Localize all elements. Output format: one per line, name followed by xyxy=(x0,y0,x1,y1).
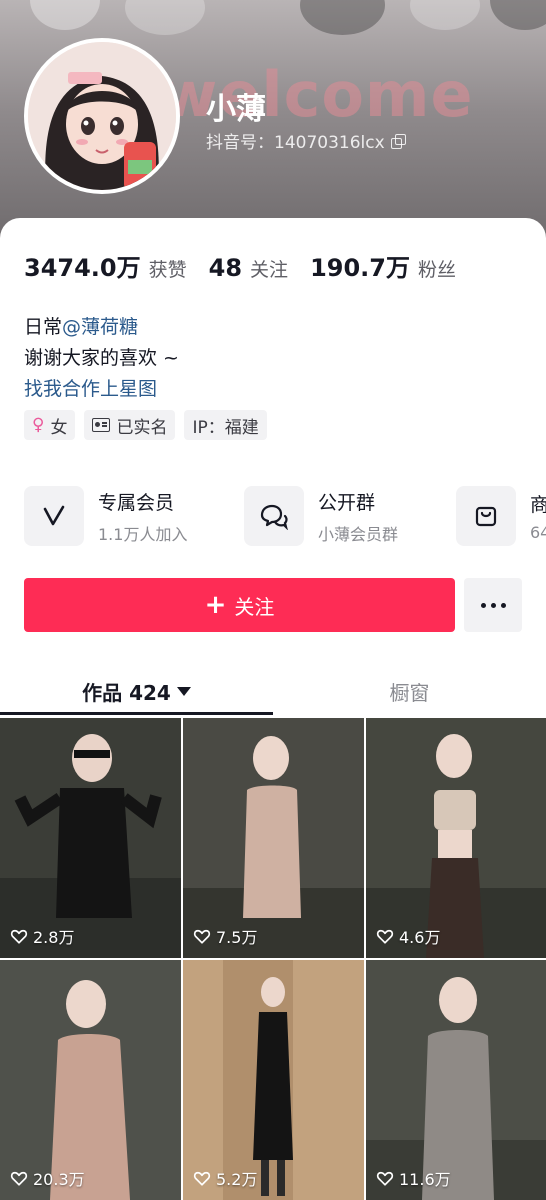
copy-icon[interactable] xyxy=(390,133,406,149)
douyin-id[interactable]: 抖音号：14070316lcx xyxy=(206,128,406,153)
like-count: 11.6万 xyxy=(376,1166,451,1190)
profile-card: 3474.0万 获赞 48 关注 190.7万 粉丝 日常@薄荷糖 谢谢大家的喜… xyxy=(0,218,546,1200)
tab-works[interactable]: 作品 424 xyxy=(0,666,273,716)
like-count-text: 7.5万 xyxy=(216,928,258,947)
video-thumbnail-image xyxy=(366,960,546,1200)
video-thumbnail[interactable]: 2.8万 xyxy=(0,718,181,958)
username: 小薄 xyxy=(206,92,266,127)
like-count-text: 11.6万 xyxy=(399,1170,451,1189)
follow-button[interactable]: + 关注 xyxy=(24,578,455,632)
stat-label: 关注 xyxy=(250,259,289,281)
profile-banner: welcome 小薄 抖音号：14070316lcx xyxy=(0,0,546,250)
heart-icon xyxy=(193,929,211,944)
stat-label: 粉丝 xyxy=(417,259,456,281)
like-count: 7.5万 xyxy=(193,924,257,948)
plus-icon: + xyxy=(204,590,227,620)
banner-decoration xyxy=(30,0,100,30)
ip-label: IP：福建 xyxy=(192,417,259,438)
video-thumbnail[interactable]: 11.6万 xyxy=(366,960,546,1200)
banner-decoration xyxy=(410,0,480,30)
v-icon xyxy=(24,486,84,546)
tab-window-label: 橱窗 xyxy=(389,680,430,705)
chat-bubble-icon xyxy=(244,486,304,546)
profile-bio: 日常@薄荷糖 谢谢大家的喜欢 ~ 找我合作上星图 xyxy=(24,312,179,405)
caret-down-icon xyxy=(176,686,191,696)
video-thumbnail[interactable]: 4.6万 xyxy=(366,718,546,958)
banner-decoration xyxy=(490,0,546,30)
douyin-id-text: 抖音号：14070316lcx xyxy=(206,133,385,153)
video-thumbnail-image xyxy=(183,718,364,958)
heart-icon xyxy=(10,1171,28,1186)
feature-shop[interactable]: 商 64 xyxy=(456,486,546,546)
video-thumbnail[interactable]: 7.5万 xyxy=(183,718,364,958)
heart-icon xyxy=(193,1171,211,1186)
feature-subtitle: 64 xyxy=(530,523,546,542)
heart-icon xyxy=(10,929,28,944)
tab-window[interactable]: 橱窗 xyxy=(273,666,546,716)
feature-subtitle: 小薄会员群 xyxy=(318,524,399,544)
more-dot-icon xyxy=(500,602,506,608)
profile-stats: 3474.0万 获赞 48 关注 190.7万 粉丝 xyxy=(24,248,456,283)
video-thumbnail-image xyxy=(0,718,181,958)
video-thumbnail[interactable]: 5.2万 xyxy=(183,960,364,1200)
stat-label: 获赞 xyxy=(148,259,187,281)
heart-icon xyxy=(376,929,394,944)
stat-value: 48 xyxy=(208,254,243,282)
video-grid: 2.8万 7.5万 4.6万 20.3万 5.2万 11.6万 xyxy=(0,718,546,1200)
female-icon: ♀ xyxy=(32,415,45,435)
bio-text: 日常 xyxy=(24,316,63,338)
bio-collab-link[interactable]: 找我合作上星图 xyxy=(24,374,179,405)
stat-value: 3474.0万 xyxy=(24,254,141,282)
id-card-icon xyxy=(92,418,111,432)
stat-following[interactable]: 48 关注 xyxy=(209,254,288,282)
feature-membership[interactable]: 专属会员 1.1万人加入 xyxy=(24,486,187,546)
feature-title: 商 xyxy=(530,494,546,516)
banner-decoration xyxy=(300,0,385,35)
shopping-bag-icon xyxy=(456,486,516,546)
verified-tag: 已实名 xyxy=(84,410,176,440)
like-count-text: 4.6万 xyxy=(399,928,441,947)
feature-title: 公开群 xyxy=(318,491,376,514)
video-thumbnail[interactable]: 20.3万 xyxy=(0,960,181,1200)
feature-group-chat[interactable]: 公开群 小薄会员群 xyxy=(244,486,398,546)
feature-entries: 专属会员 1.1万人加入 公开群 小薄会员群 商 64 xyxy=(24,486,546,548)
stat-value: 190.7万 xyxy=(310,254,410,282)
gender-tag: ♀ 女 xyxy=(24,410,76,440)
like-count-text: 2.8万 xyxy=(33,928,75,947)
avatar[interactable] xyxy=(24,38,180,194)
heart-icon xyxy=(376,1171,394,1186)
verified-label: 已实名 xyxy=(116,417,168,438)
ip-tag: IP：福建 xyxy=(184,410,267,440)
profile-tags: ♀ 女 已实名 IP：福建 xyxy=(24,410,267,440)
feature-subtitle: 1.1万人加入 xyxy=(98,524,188,544)
like-count: 2.8万 xyxy=(10,924,74,948)
gender-label: 女 xyxy=(50,417,68,438)
follow-label: 关注 xyxy=(234,594,275,619)
active-tab-indicator xyxy=(0,712,273,715)
video-thumbnail-image xyxy=(183,960,364,1200)
like-count-text: 20.3万 xyxy=(33,1170,85,1189)
more-options-button[interactable] xyxy=(464,578,522,632)
content-tabs: 作品 424 橱窗 xyxy=(0,666,546,716)
like-count-text: 5.2万 xyxy=(216,1170,258,1189)
stat-followers[interactable]: 190.7万 粉丝 xyxy=(310,248,456,283)
avatar-illustration xyxy=(28,42,176,190)
like-count: 20.3万 xyxy=(10,1166,85,1190)
video-thumbnail-image xyxy=(0,960,181,1200)
like-count: 4.6万 xyxy=(376,924,440,948)
more-dot-icon xyxy=(490,602,496,608)
bio-line-1: 日常@薄荷糖 xyxy=(24,312,179,343)
bio-mention-link[interactable]: @薄荷糖 xyxy=(62,316,138,338)
banner-decoration xyxy=(125,0,205,35)
feature-title: 专属会员 xyxy=(98,491,175,514)
bio-line-2: 谢谢大家的喜欢 ~ xyxy=(24,347,179,369)
stat-likes[interactable]: 3474.0万 获赞 xyxy=(24,248,187,283)
like-count: 5.2万 xyxy=(193,1166,257,1190)
video-thumbnail-image xyxy=(366,718,546,958)
more-dot-icon xyxy=(480,602,486,608)
tab-works-label: 作品 424 xyxy=(82,680,171,705)
